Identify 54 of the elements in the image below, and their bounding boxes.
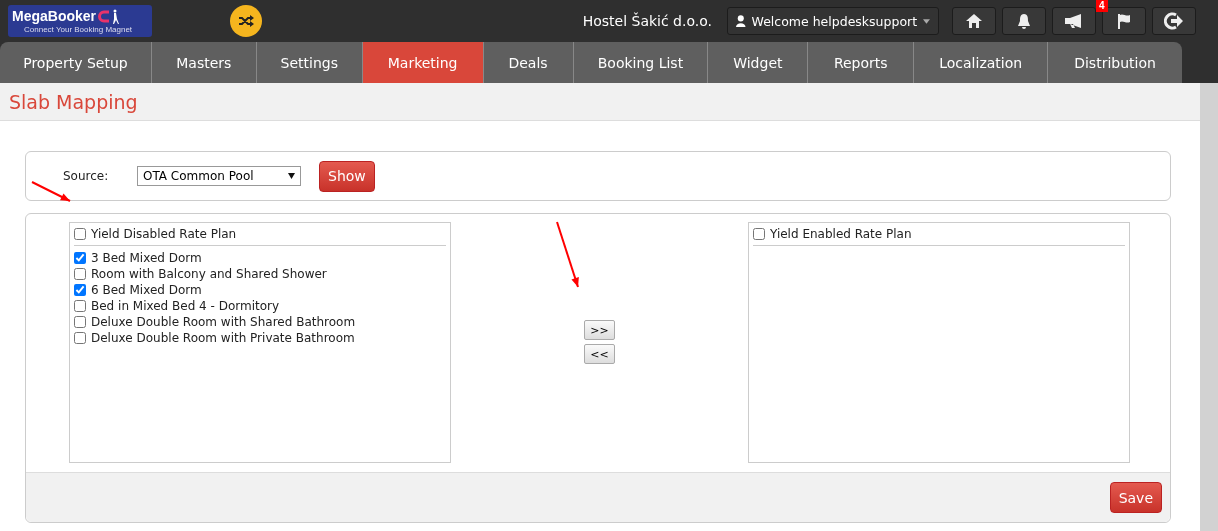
rate-plan-label: Room with Balcony and Shared Shower bbox=[91, 267, 327, 281]
move-button[interactable]: << bbox=[584, 344, 615, 364]
source-select[interactable]: OTA Common Pool bbox=[137, 166, 301, 186]
move-button[interactable]: >> bbox=[584, 320, 615, 340]
home-icon bbox=[965, 13, 983, 29]
caret-icon bbox=[923, 18, 930, 24]
notification-badge: 4 bbox=[1096, 0, 1108, 12]
rate-plan-checkbox[interactable] bbox=[74, 316, 86, 328]
nav-tab[interactable]: Widget bbox=[708, 42, 809, 83]
rate-plan-label: 3 Bed Mixed Dorm bbox=[91, 251, 202, 265]
home-button[interactable] bbox=[952, 7, 996, 35]
shuffle-icon bbox=[238, 15, 254, 27]
select-all-checkbox[interactable] bbox=[74, 228, 86, 240]
magnet-icon bbox=[98, 10, 111, 23]
select-all-checkbox[interactable] bbox=[753, 228, 765, 240]
caret-icon bbox=[288, 173, 295, 179]
nav-tab[interactable]: Booking List bbox=[573, 42, 709, 83]
rate-plan-checkbox[interactable] bbox=[74, 332, 86, 344]
rate-plan-label: Deluxe Double Room with Private Bathroom bbox=[91, 331, 355, 345]
shuffle-button[interactable] bbox=[230, 5, 262, 37]
logo[interactable]: MegaBooker Connect Your Booking Magnet bbox=[8, 5, 152, 37]
rate-plan-label: Bed in Mixed Bed 4 - Dormitory bbox=[91, 299, 280, 313]
nav-tab[interactable]: Marketing bbox=[362, 42, 484, 83]
user-menu[interactable]: Welcome helpdesksupport bbox=[727, 7, 939, 35]
nav-tab[interactable]: Property Setup bbox=[0, 42, 152, 83]
rate-plan-checkbox[interactable] bbox=[74, 252, 86, 264]
nav-tab[interactable]: Reports bbox=[808, 42, 915, 83]
page-title: Slab Mapping bbox=[9, 90, 138, 113]
rate-plan-checkbox[interactable] bbox=[74, 268, 86, 280]
logout-icon bbox=[1164, 12, 1184, 30]
nav-tab[interactable]: Deals bbox=[483, 42, 574, 83]
nav-tab[interactable]: Localization bbox=[914, 42, 1049, 83]
rate-plan-label: Deluxe Double Room with Shared Bathroom bbox=[91, 315, 356, 329]
bell-icon bbox=[1017, 12, 1031, 30]
save-button[interactable]: Save bbox=[1109, 482, 1162, 513]
show-button[interactable]: Show bbox=[319, 160, 375, 192]
rate-plan-label: 6 Bed Mixed Dorm bbox=[91, 283, 202, 297]
source-label: Source: bbox=[63, 169, 110, 183]
megaphone-icon bbox=[1064, 14, 1084, 28]
nav-tab[interactable]: Settings bbox=[256, 42, 363, 83]
nav-tab[interactable]: Masters bbox=[151, 42, 257, 83]
nav-tab[interactable]: Distribution bbox=[1048, 42, 1182, 83]
rate-plan-checkbox[interactable] bbox=[74, 284, 86, 296]
traveler-icon bbox=[112, 8, 122, 25]
logout-button[interactable] bbox=[1152, 7, 1196, 35]
user-icon bbox=[736, 14, 746, 28]
list-header: Yield Enabled Rate Plan bbox=[770, 227, 912, 241]
rate-plan-checkbox[interactable] bbox=[74, 300, 86, 312]
flag-button[interactable] bbox=[1102, 7, 1146, 35]
bell-button[interactable] bbox=[1002, 7, 1046, 35]
megaphone-button[interactable] bbox=[1052, 7, 1096, 35]
property-name: Hostel Šakić d.o.o. bbox=[582, 13, 712, 29]
list-header: Yield Disabled Rate Plan bbox=[91, 227, 237, 241]
flag-icon bbox=[1117, 13, 1131, 29]
